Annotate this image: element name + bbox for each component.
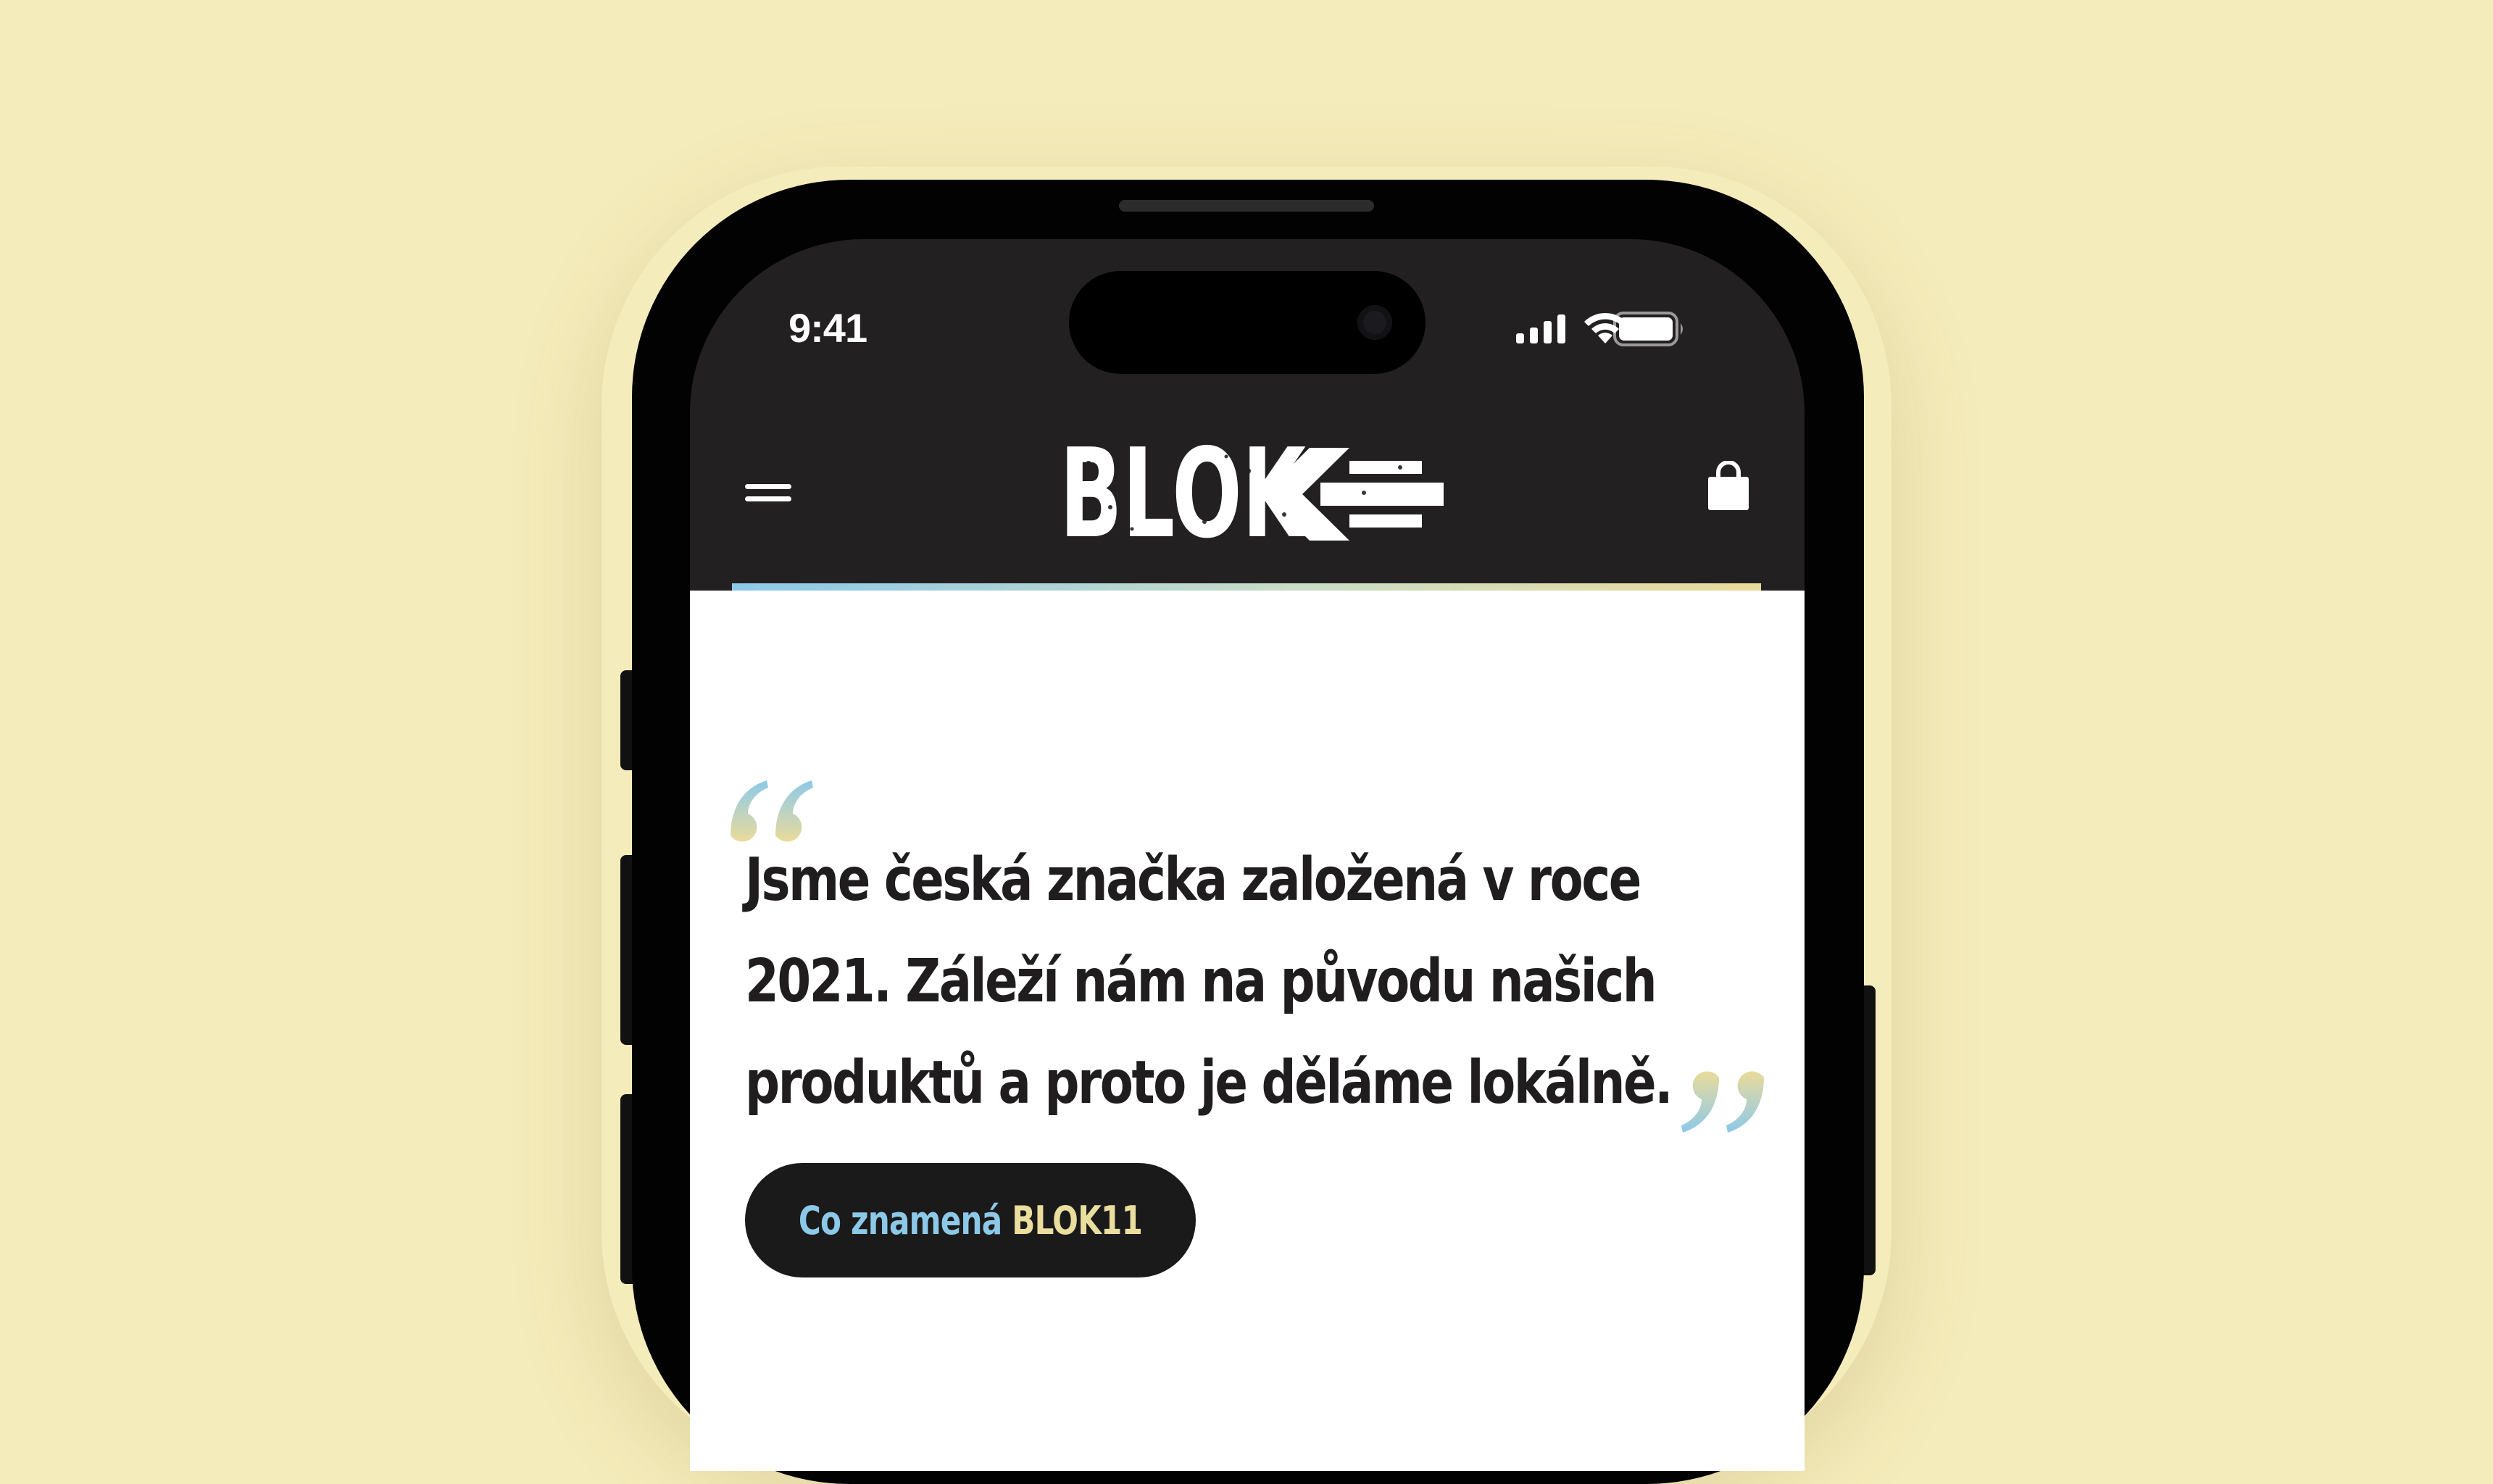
status-time: 9:41 bbox=[788, 305, 867, 351]
close-quote-icon bbox=[1681, 1071, 1764, 1133]
phone-screen: 9:41 BLOK Jsme česká značka založená v r… bbox=[690, 239, 1805, 1471]
cta-label: Co znamená BLOK11 bbox=[798, 1197, 1143, 1243]
quote-line: 2021. Záleží nám na původu našich bbox=[745, 947, 1657, 1016]
camera-icon bbox=[1357, 305, 1392, 340]
cta-label-part2: BLOK11 bbox=[1012, 1197, 1143, 1243]
dynamic-island bbox=[1069, 271, 1426, 374]
site-header: BLOK bbox=[690, 420, 1805, 587]
quote-line: Jsme česká značka založená v roce bbox=[745, 846, 1641, 914]
quote-line: produktů a proto je děláme lokálně. bbox=[745, 1049, 1673, 1117]
blok-logo[interactable]: BLOK bbox=[1060, 435, 1444, 551]
cta-label-part1: Co znamená bbox=[798, 1197, 1002, 1243]
hamburger-menu-icon[interactable] bbox=[745, 478, 791, 507]
content-section: Jsme česká značka založená v roce 2021. … bbox=[690, 591, 1805, 1471]
brand-quote: Jsme česká značka založená v roce 2021. … bbox=[745, 830, 1673, 1134]
phone-speaker-slot bbox=[1119, 200, 1374, 212]
battery-level-icon bbox=[1613, 312, 1683, 346]
shopping-bag-icon[interactable] bbox=[1705, 461, 1752, 512]
cellular-signal-icon bbox=[1516, 314, 1565, 343]
what-blok11-means-button[interactable]: Co znamená BLOK11 bbox=[745, 1163, 1196, 1277]
header-accent-bar bbox=[732, 583, 1761, 591]
